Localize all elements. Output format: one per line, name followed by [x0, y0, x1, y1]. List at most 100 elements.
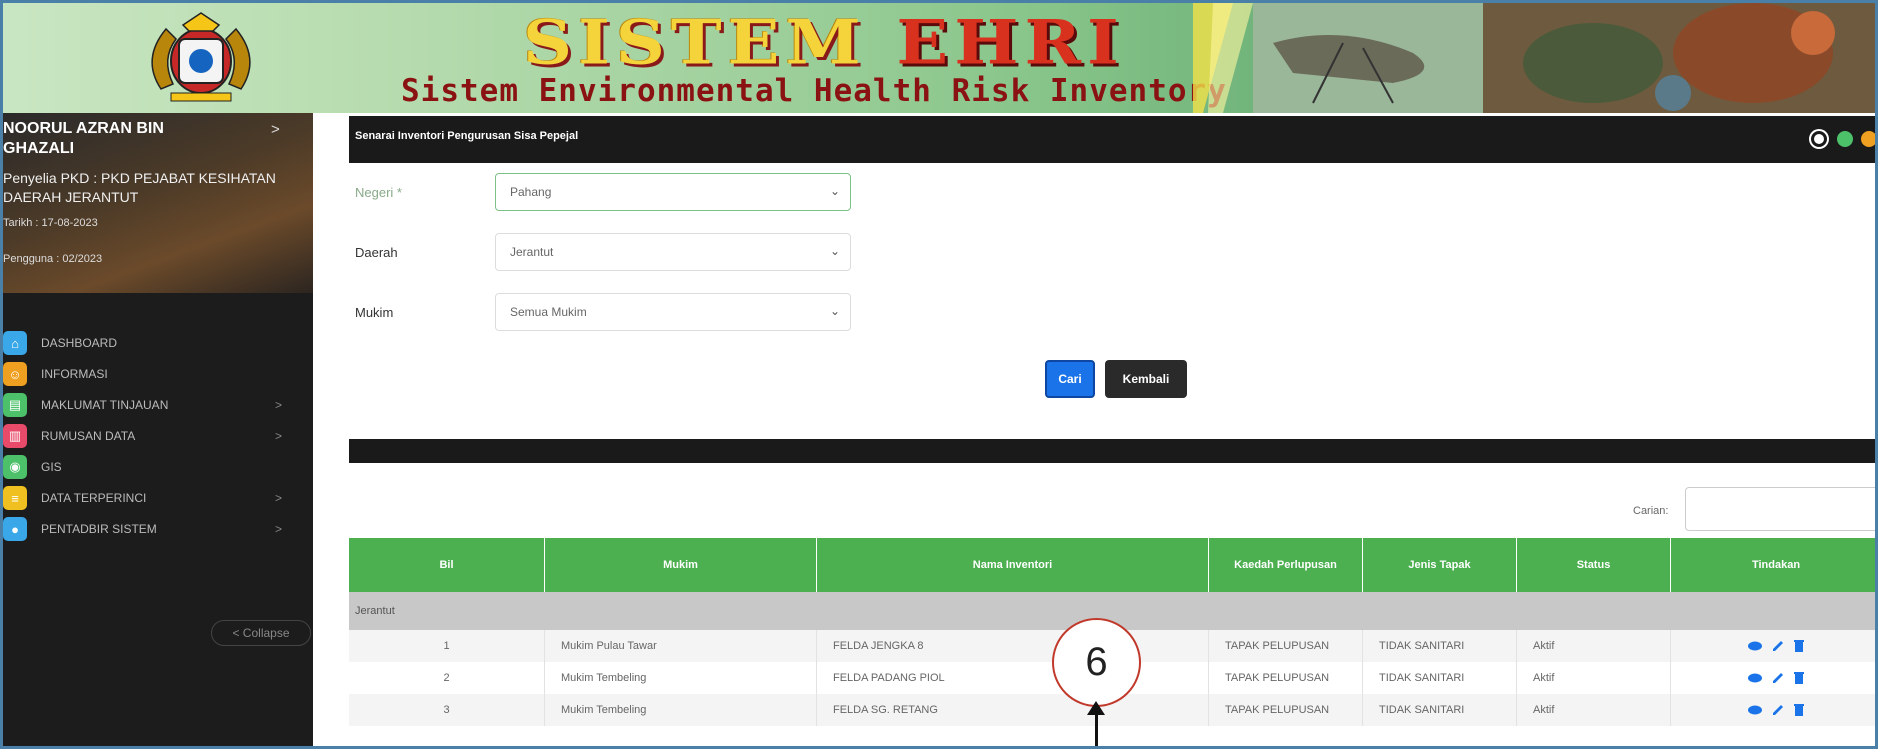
cell-jenis: TIDAK SANITARI — [1363, 630, 1517, 662]
daerah-label: Daerah — [355, 245, 398, 260]
cell-nama: FELDA SG. RETANG — [817, 694, 1209, 726]
page-title: Senarai Inventori Pengurusan Sisa Pepeja… — [355, 130, 579, 142]
view-icon[interactable] — [1748, 705, 1762, 715]
sidebar-item-gis[interactable]: ◉ GIS — [3, 453, 303, 481]
column-header[interactable]: Status — [1517, 538, 1671, 592]
cell-kaedah: TAPAK PELUPUSAN — [1209, 630, 1363, 662]
sidebar-item-data-terperinci[interactable]: ≡ DATA TERPERINCI > — [3, 484, 303, 512]
edit-icon[interactable] — [1772, 640, 1784, 652]
cell-kaedah: TAPAK PELUPUSAN — [1209, 694, 1363, 726]
home-icon: ⌂ — [3, 331, 27, 355]
cell-status: Aktif — [1517, 630, 1671, 662]
search-button[interactable]: Cari — [1045, 360, 1095, 398]
daerah-value: Jerantut — [510, 245, 554, 259]
app-window: SISTEM EHRI Sistem Environmental Health … — [0, 0, 1878, 749]
table-header: Bil Mukim Nama Inventori Kaedah Perlupus… — [349, 538, 1875, 592]
callout-line — [1095, 707, 1098, 746]
banner-photo-collage — [1193, 3, 1875, 113]
back-button[interactable]: Kembali — [1105, 360, 1187, 398]
sidebar-item-label: MAKLUMAT TINJAUAN — [41, 398, 169, 412]
column-header[interactable]: Nama Inventori — [817, 538, 1209, 592]
search-input[interactable] — [1685, 487, 1875, 531]
admin-icon: ● — [3, 517, 27, 541]
column-header[interactable]: Kaedah Perlupusan — [1209, 538, 1363, 592]
view-icon[interactable] — [1748, 641, 1762, 651]
cell-actions — [1671, 630, 1875, 662]
minimize-icon[interactable] — [1861, 131, 1875, 147]
chevron-right-icon: > — [275, 429, 283, 443]
column-header[interactable]: Jenis Tapak — [1363, 538, 1517, 592]
mukim-value: Semua Mukim — [510, 305, 587, 319]
settings-icon[interactable] — [1811, 131, 1827, 147]
sidebar-item-label: GIS — [41, 460, 62, 474]
clipboard-icon: ▤ — [3, 393, 27, 417]
delete-icon[interactable] — [1794, 672, 1804, 684]
cell-jenis: TIDAK SANITARI — [1363, 694, 1517, 726]
page-header-bar: Senarai Inventori Pengurusan Sisa Pepeja… — [349, 116, 1875, 163]
user-profile: NOORUL AZRAN BIN GHAZALI > Penyelia PKD … — [3, 113, 313, 293]
view-icon[interactable] — [1748, 673, 1762, 683]
negeri-value: Pahang — [510, 185, 552, 199]
cell-actions — [1671, 694, 1875, 726]
section-divider-bar — [349, 439, 1875, 463]
sidebar-item-dashboard[interactable]: ⌂ DASHBOARD — [3, 329, 303, 357]
cell-mukim: Mukim Tembeling — [545, 662, 817, 694]
chevron-right-icon: > — [275, 398, 283, 412]
delete-icon[interactable] — [1794, 640, 1804, 652]
cell-bil: 2 — [349, 662, 545, 694]
sidebar-item-label: INFORMASI — [41, 367, 108, 381]
delete-icon[interactable] — [1794, 704, 1804, 716]
cell-status: Aktif — [1517, 694, 1671, 726]
cell-kaedah: TAPAK PELUPUSAN — [1209, 662, 1363, 694]
user-login: Pengguna : 02/2023 — [3, 253, 103, 265]
mukim-label: Mukim — [355, 305, 394, 320]
chevron-right-icon[interactable]: > — [271, 121, 280, 138]
collapse-button[interactable]: < Collapse — [211, 620, 311, 646]
cell-mukim: Mukim Tembeling — [545, 694, 817, 726]
chevron-down-icon: ⌄ — [829, 244, 840, 258]
chevron-right-icon: > — [275, 522, 283, 536]
cell-nama: FELDA JENGKA 8 — [817, 630, 1209, 662]
daerah-select[interactable]: Jerantut ⌄ — [495, 233, 851, 271]
user-role: Penyelia PKD : PKD PEJABAT KESIHATAN DAE… — [3, 170, 276, 205]
cell-actions — [1671, 662, 1875, 694]
list-icon: ≡ — [3, 486, 27, 510]
sidebar-item-label: DATA TERPERINCI — [41, 491, 147, 505]
column-header[interactable]: Mukim — [545, 538, 817, 592]
column-header[interactable]: Tindakan — [1671, 538, 1875, 592]
search-label: Carian: — [1633, 505, 1669, 517]
chevron-down-icon: ⌄ — [829, 304, 840, 318]
user-name: NOORUL AZRAN BIN GHAZALI — [3, 120, 164, 157]
coat-of-arms-logo — [151, 12, 251, 102]
globe-icon: ◉ — [3, 455, 27, 479]
sidebar-item-label: DASHBOARD — [41, 336, 118, 350]
callout-number: 6 — [1052, 618, 1141, 707]
cell-status: Aktif — [1517, 662, 1671, 694]
sidebar-item-rumusan-data[interactable]: ▥ RUMUSAN DATA > — [3, 422, 303, 450]
chevron-down-icon: ⌄ — [829, 184, 840, 198]
cell-mukim: Mukim Pulau Tawar — [545, 630, 817, 662]
refresh-icon[interactable] — [1837, 131, 1853, 147]
negeri-label: Negeri * — [355, 185, 402, 200]
cell-nama: FELDA PADANG PIOL — [817, 662, 1209, 694]
edit-icon[interactable] — [1772, 672, 1784, 684]
edit-icon[interactable] — [1772, 704, 1784, 716]
sidebar-item-pentadbir-sistem[interactable]: ● PENTADBIR SISTEM > — [3, 515, 303, 543]
header-banner: SISTEM EHRI Sistem Environmental Health … — [3, 3, 1875, 113]
chart-icon: ▥ — [3, 424, 27, 448]
sidebar: NOORUL AZRAN BIN GHAZALI > Penyelia PKD … — [3, 113, 313, 746]
user-date: Tarikh : 17-08-2023 — [3, 217, 98, 229]
banner-title: SISTEM EHRI — [523, 7, 1125, 79]
info-icon: ☺ — [3, 362, 27, 386]
cell-bil: 3 — [349, 694, 545, 726]
mukim-select[interactable]: Semua Mukim ⌄ — [495, 293, 851, 331]
chevron-right-icon: > — [275, 491, 283, 505]
negeri-select[interactable]: Pahang ⌄ — [495, 173, 851, 211]
column-header[interactable]: Bil — [349, 538, 545, 592]
cell-jenis: TIDAK SANITARI — [1363, 662, 1517, 694]
sidebar-item-label: RUMUSAN DATA — [41, 429, 136, 443]
sidebar-item-label: PENTADBIR SISTEM — [41, 522, 157, 536]
sidebar-item-informasi[interactable]: ☺ INFORMASI — [3, 360, 303, 388]
banner-subtitle: Sistem Environmental Health Risk Invento… — [401, 73, 1227, 109]
sidebar-item-maklumat-tinjauan[interactable]: ▤ MAKLUMAT TINJAUAN > — [3, 391, 303, 419]
